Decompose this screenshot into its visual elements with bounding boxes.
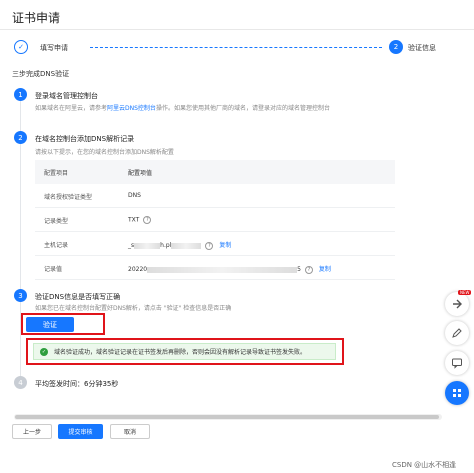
step-label-fill-application: 填写申请 <box>40 44 68 52</box>
help-icon[interactable]: ? <box>304 265 313 274</box>
step-number-1: 1 <box>14 88 27 101</box>
row-value: DNS <box>128 192 141 199</box>
dialog-header: 证书申请 <box>0 0 474 30</box>
record-type-value: TXT <box>128 216 140 224</box>
message-icon <box>452 358 462 369</box>
section-title: 三步完成DNS验证 <box>12 70 70 78</box>
column-header-item: 配置项目 <box>44 170 69 177</box>
redacted-blur <box>171 242 202 249</box>
scrollbar-thumb[interactable] <box>15 415 439 419</box>
step3-title: 验证DNS信息是否填写正确 <box>35 293 121 301</box>
success-alert: ✓ 域名验证成功，域名验证记录在证书签发后再删除，否则会因没有解析记录导致证书签… <box>33 343 336 360</box>
step-connector <box>90 47 382 48</box>
step-complete-icon: ✓ <box>14 40 28 54</box>
row-key: 主机记录 <box>44 242 69 249</box>
step1-title: 登录域名管理控制台 <box>35 92 98 100</box>
copy-host-record-button[interactable]: 复制 <box>219 242 231 249</box>
dialog-title: 证书申请 <box>12 11 61 25</box>
record-value-tail: 5 <box>297 266 301 273</box>
previous-step-button[interactable]: 上一步 <box>12 424 52 439</box>
host-record-value-tail: h.pl <box>160 242 172 249</box>
table-row: 域名授权验证类型 DNS <box>35 184 395 208</box>
column-header-value: 配置项值 <box>128 170 153 177</box>
row-value: TXT? <box>128 216 152 224</box>
row-key: 记录值 <box>44 266 63 273</box>
check-circle-icon: ✓ <box>40 347 48 356</box>
table-row: 主机记录 _s h.pl? 复制 <box>35 232 395 256</box>
step-label-verify-info: 验证信息 <box>408 44 436 52</box>
help-icon[interactable]: ? <box>205 241 214 250</box>
chat-icon[interactable] <box>445 351 469 375</box>
step1-description: 如果域名在阿里云，请参考阿里云DNS控制台操作。如果您使用其他厂商的域名，请登录… <box>35 103 330 112</box>
step2-description: 请按以下提示，在您的域名控制台添加DNS解析配置 <box>35 149 174 156</box>
copy-record-value-button[interactable]: 复制 <box>319 266 331 273</box>
table-row: 记录类型 TXT? <box>35 208 395 232</box>
arrow-icon <box>453 299 462 309</box>
step1-desc-suffix: 操作。如果您使用其他厂商的域名，请登录对应的域名管理控制台 <box>155 105 330 112</box>
step3-description: 如果您已在域名控制台配置好DNS解析，请点击 "验证" 检查信息是否正确 <box>35 305 232 312</box>
step-number-4: 4 <box>14 376 27 389</box>
edit-icon[interactable] <box>445 321 469 345</box>
step-number-3: 3 <box>14 289 27 302</box>
redacted-blur <box>134 242 161 249</box>
table-row: 记录值 20220 5? 复制 <box>35 256 395 280</box>
pencil-icon <box>452 328 462 338</box>
submit-review-button[interactable]: 提交审核 <box>58 424 103 439</box>
step1-desc-prefix: 如果域名在阿里云，请参考 <box>35 105 108 112</box>
new-badge: NEW <box>458 290 472 295</box>
new-feature-icon[interactable] <box>445 292 469 316</box>
progress-steps: ✓ 填写申请 2 验证信息 <box>14 40 450 60</box>
apps-icon <box>453 389 461 397</box>
row-key: 域名授权验证类型 <box>44 194 93 201</box>
record-value: 20220 <box>128 266 148 273</box>
step-current-number: 2 <box>389 40 403 54</box>
help-icon[interactable]: ? <box>143 216 152 224</box>
cancel-button[interactable]: 取消 <box>110 424 150 439</box>
watermark: CSDN @山水不相逢 <box>392 461 457 469</box>
step4-title: 平均签发时间：6分钟35秒 <box>35 380 119 388</box>
row-value: 20220 5? 复制 <box>128 264 331 274</box>
table-header-row: 配置项目 配置项值 <box>35 160 395 184</box>
step-number-2: 2 <box>14 131 27 144</box>
row-key: 记录类型 <box>44 218 69 225</box>
grid-apps-icon[interactable] <box>445 381 469 405</box>
verify-button[interactable]: 验证 <box>26 317 74 332</box>
row-value: _s h.pl? 复制 <box>128 240 231 250</box>
aliyun-dns-console-link[interactable]: 阿里云DNS控制台 <box>107 105 156 112</box>
success-message: 域名验证成功，域名验证记录在证书签发后再删除，否则会因没有解析记录导致证书签发失… <box>54 349 307 356</box>
step2-title: 在域名控制台添加DNS解析记录 <box>35 135 135 143</box>
redacted-blur <box>147 266 298 273</box>
